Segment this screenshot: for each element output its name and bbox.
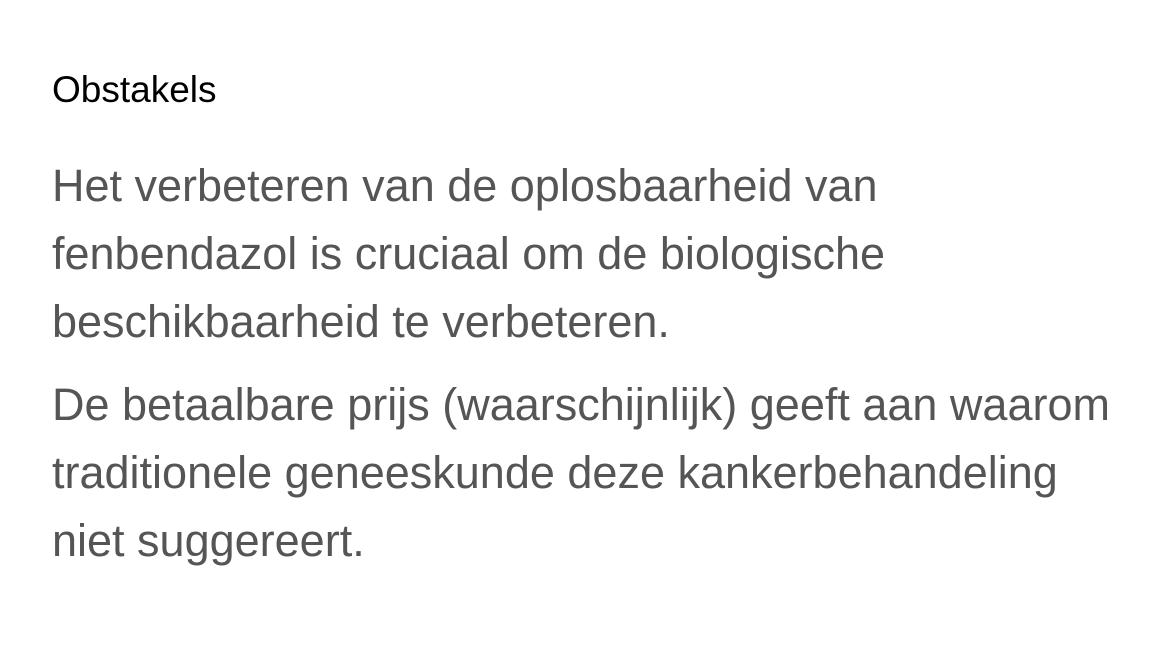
document-section: Obstakels Het verbeteren van de oplosbaa… <box>52 68 1132 575</box>
paragraph-price: De betaalbare prijs (waarschijnlijk) gee… <box>52 379 1110 566</box>
paragraph-solubility: Het verbeteren van de oplosbaarheid van … <box>52 160 886 347</box>
section-title: Obstakels <box>52 69 217 110</box>
